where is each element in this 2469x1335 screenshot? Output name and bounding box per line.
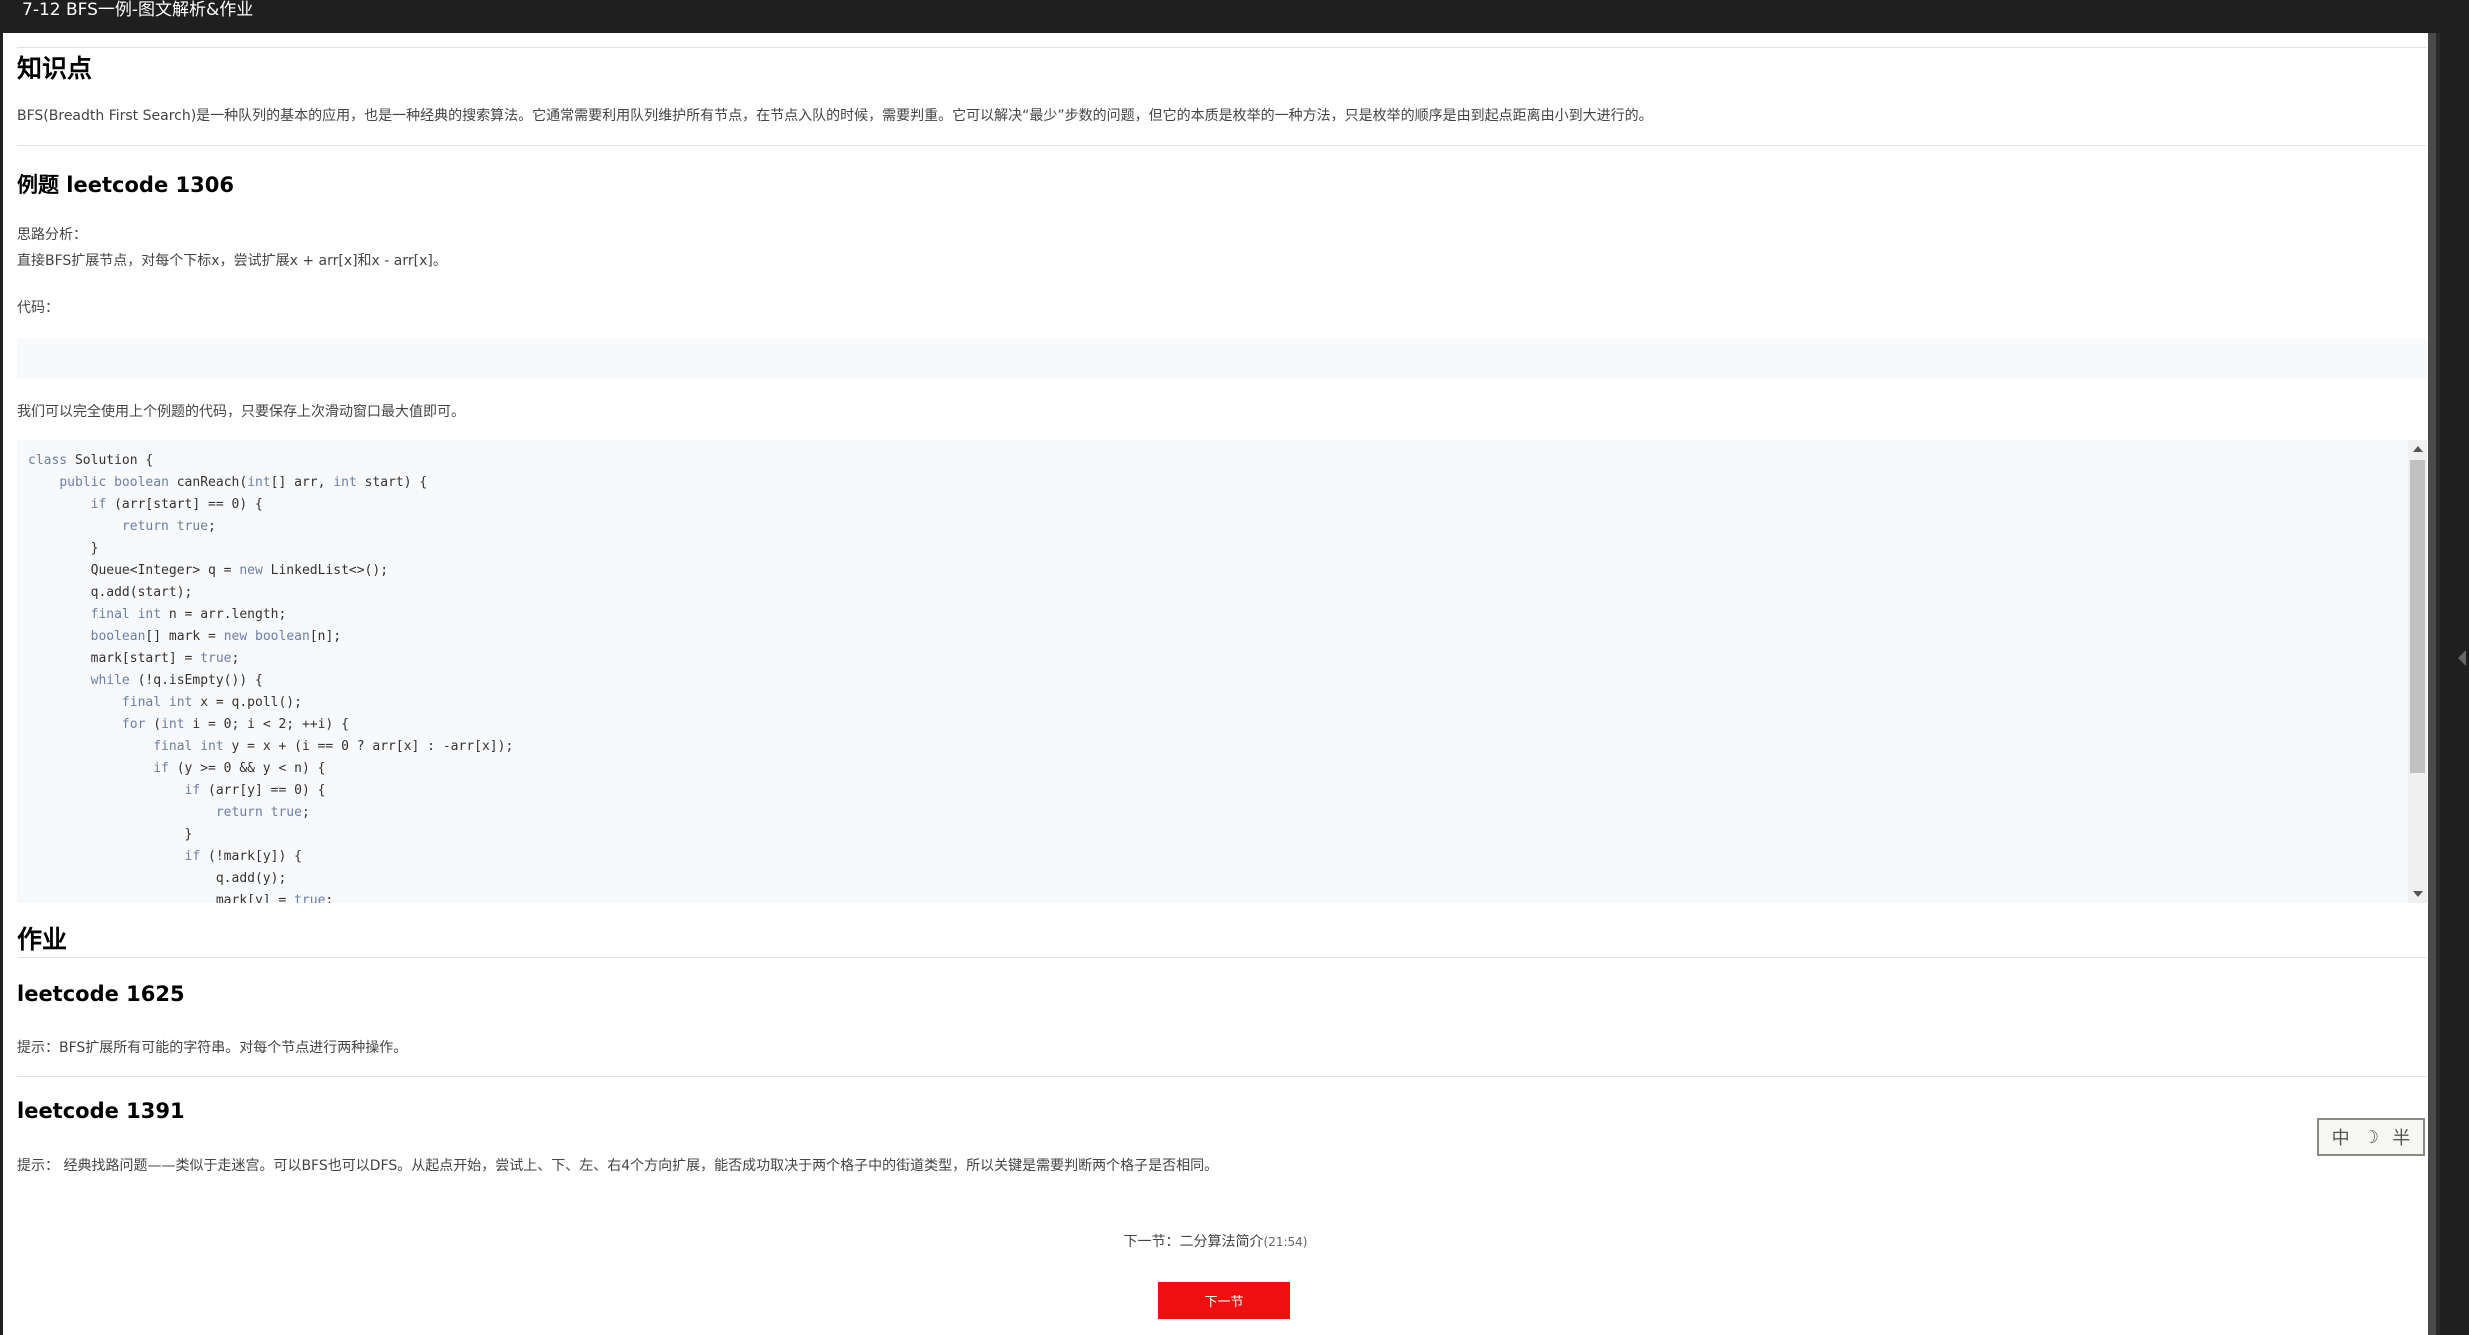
- moon-icon[interactable]: ☽: [2363, 1127, 2379, 1148]
- code-line: }: [184, 827, 193, 842]
- code-line: if (y >= 0 && y < n) {: [153, 761, 326, 776]
- code-line: public boolean canReach(int[] arr, int s…: [59, 475, 428, 490]
- content-page: 知识点 BFS(Breadth First Search)是一种队列的基本的应用…: [3, 33, 2428, 1335]
- code-line: final int y = x + (i == 0 ? arr[x] : -ar…: [153, 739, 514, 754]
- code-text: class Solution { public boolean canReach…: [28, 450, 513, 903]
- page-scroll-thumb[interactable]: [2428, 33, 2436, 1335]
- code-line: q.add(y);: [215, 871, 287, 886]
- divider: [17, 957, 2427, 958]
- code-line: mark[y] = true;: [28, 893, 334, 903]
- code-line: Queue<Integer> q = new LinkedList<>();: [28, 563, 389, 578]
- window-title: 7-12 BFS一例-图文解析&作业: [22, 0, 254, 20]
- divider: [17, 145, 2427, 146]
- example-note: 我们可以完全使用上个例题的代码，只要保存上次滑动窗口最大值即可。: [17, 404, 465, 420]
- code-line: if (!mark[y]) {: [184, 849, 302, 864]
- scroll-thumb[interactable]: [2410, 460, 2425, 773]
- code-block[interactable]: class Solution { public boolean canReach…: [17, 440, 2427, 903]
- code-line: return true;: [121, 519, 216, 534]
- code-line: for (int i = 0; i < 2; ++i) {: [121, 717, 349, 732]
- homework-heading: 作业: [17, 925, 68, 954]
- side-panel-toggle-icon[interactable]: [2458, 650, 2466, 666]
- code-label: 代码：: [17, 300, 59, 316]
- analysis-text: 直接BFS扩展节点，对每个下标x，尝试扩展x + arr[x]和x - arr[…: [17, 253, 447, 269]
- next-lesson-button[interactable]: 下一节: [1158, 1282, 1290, 1319]
- ime-width-icon[interactable]: 半: [2392, 1124, 2410, 1150]
- knowledge-heading: 知识点: [17, 54, 93, 83]
- divider: [17, 47, 2427, 48]
- code-line: return true;: [215, 805, 310, 820]
- next-lesson-duration: (21:54): [1263, 1235, 1308, 1249]
- ime-toolbar[interactable]: 中 ☽ 半: [2317, 1118, 2425, 1156]
- code-line: q.add(start);: [90, 585, 193, 600]
- homework-item-title: leetcode 1391: [17, 1099, 185, 1123]
- code-line: if (arr[start] == 0) {: [90, 497, 263, 512]
- next-lesson-info[interactable]: 下一节：二分算法简介(21:54): [3, 1231, 2428, 1251]
- code-line: mark[start] = true;: [28, 651, 240, 666]
- code-line: final int x = q.poll();: [121, 695, 302, 710]
- homework-item-hint: 提示：BFS扩展所有可能的字符串。对每个节点进行两种操作。: [17, 1040, 408, 1056]
- scroll-up-arrow-icon[interactable]: [2413, 446, 2423, 452]
- next-lesson-label: 下一节：二分算法简介: [1123, 1234, 1264, 1250]
- code-line: boolean[] mark = new boolean[n];: [90, 629, 342, 644]
- analysis-label: 思路分析：: [17, 227, 87, 243]
- empty-code-block: [17, 339, 2427, 379]
- code-line: while (!q.isEmpty()) {: [90, 673, 263, 688]
- divider: [17, 1076, 2427, 1077]
- scroll-down-arrow-icon[interactable]: [2413, 891, 2423, 897]
- code-line: final int n = arr.length;: [90, 607, 287, 622]
- knowledge-text: BFS(Breadth First Search)是一种队列的基本的应用，也是一…: [17, 108, 1653, 124]
- code-line: }: [90, 541, 99, 556]
- homework-item-title: leetcode 1625: [17, 982, 185, 1006]
- window-title-bar: 7-12 BFS一例-图文解析&作业: [0, 0, 2469, 33]
- code-line: class Solution {: [28, 453, 154, 468]
- ime-lang-icon[interactable]: 中: [2332, 1124, 2350, 1150]
- homework-item-hint: 提示： 经典找路问题——类似于走迷宫。可以BFS也可以DFS。从起点开始，尝试上…: [17, 1158, 1219, 1174]
- code-scrollbar[interactable]: [2408, 440, 2427, 903]
- example-heading: 例题 leetcode 1306: [17, 173, 234, 197]
- code-line: if (arr[y] == 0) {: [184, 783, 326, 798]
- page-scrollbar[interactable]: [2428, 33, 2440, 1335]
